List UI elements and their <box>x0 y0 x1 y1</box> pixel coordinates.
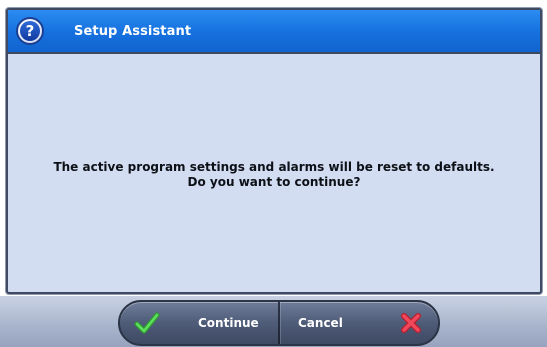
question-mark-icon: ? <box>20 21 40 41</box>
setup-assistant-screen: ? Setup Assistant The active program set… <box>0 0 547 347</box>
continue-button-label: Continue <box>198 316 259 330</box>
continue-button[interactable]: Continue <box>120 302 278 344</box>
message-text-line2: Do you want to continue? <box>187 175 361 189</box>
cancel-button-label: Cancel <box>298 316 343 330</box>
message-text-line1: The active program settings and alarms w… <box>53 160 495 174</box>
window-title: Setup Assistant <box>74 24 192 39</box>
message-area: The active program settings and alarms w… <box>8 54 540 292</box>
x-icon <box>401 313 421 333</box>
help-icon[interactable]: ? <box>16 17 44 45</box>
title-bar: ? Setup Assistant <box>8 10 540 54</box>
checkmark-icon <box>134 312 160 334</box>
cancel-button[interactable]: Cancel <box>280 302 438 344</box>
dialog-button-group: Continue Cancel <box>118 300 440 346</box>
dialog-window: ? Setup Assistant The active program set… <box>6 8 542 294</box>
